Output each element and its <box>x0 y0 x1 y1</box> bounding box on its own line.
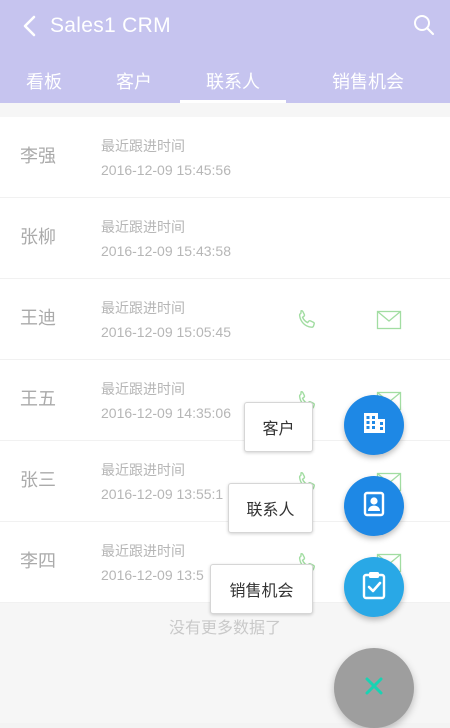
fab-label-opportunity[interactable]: 销售机会 <box>210 564 313 614</box>
fab-label-contact[interactable]: 联系人 <box>228 483 313 533</box>
fab-opportunity-button[interactable] <box>344 557 404 617</box>
fab-label-customer[interactable]: 客户 <box>244 402 313 452</box>
fab-contact-button[interactable] <box>344 476 404 536</box>
clipboard-check-icon <box>360 570 388 604</box>
fab-close-button[interactable] <box>334 648 414 728</box>
building-icon <box>359 408 389 442</box>
fab-customer-button[interactable] <box>344 395 404 455</box>
close-icon <box>363 675 385 701</box>
contact-card-icon <box>360 490 388 522</box>
